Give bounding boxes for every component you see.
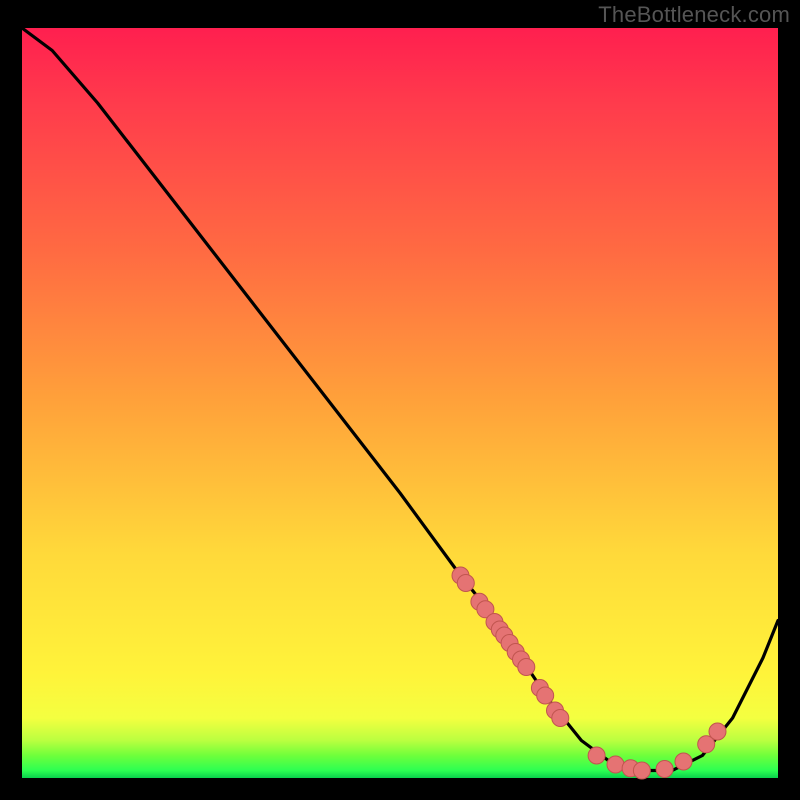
curve-marker — [457, 575, 474, 592]
curve-marker — [656, 761, 673, 778]
curve-marker — [552, 710, 569, 727]
curve-marker — [607, 756, 624, 773]
bottleneck-curve — [22, 28, 778, 771]
curve-marker — [709, 723, 726, 740]
curve-marker — [537, 687, 554, 704]
curve-marker — [675, 753, 692, 770]
plot-area — [22, 28, 778, 778]
curve-marker — [518, 659, 535, 676]
curve-marker — [588, 747, 605, 764]
curve-marker — [633, 762, 650, 779]
curve-svg — [22, 28, 778, 778]
watermark-label: TheBottleneck.com — [598, 2, 790, 28]
chart-stage: TheBottleneck.com — [0, 0, 800, 800]
